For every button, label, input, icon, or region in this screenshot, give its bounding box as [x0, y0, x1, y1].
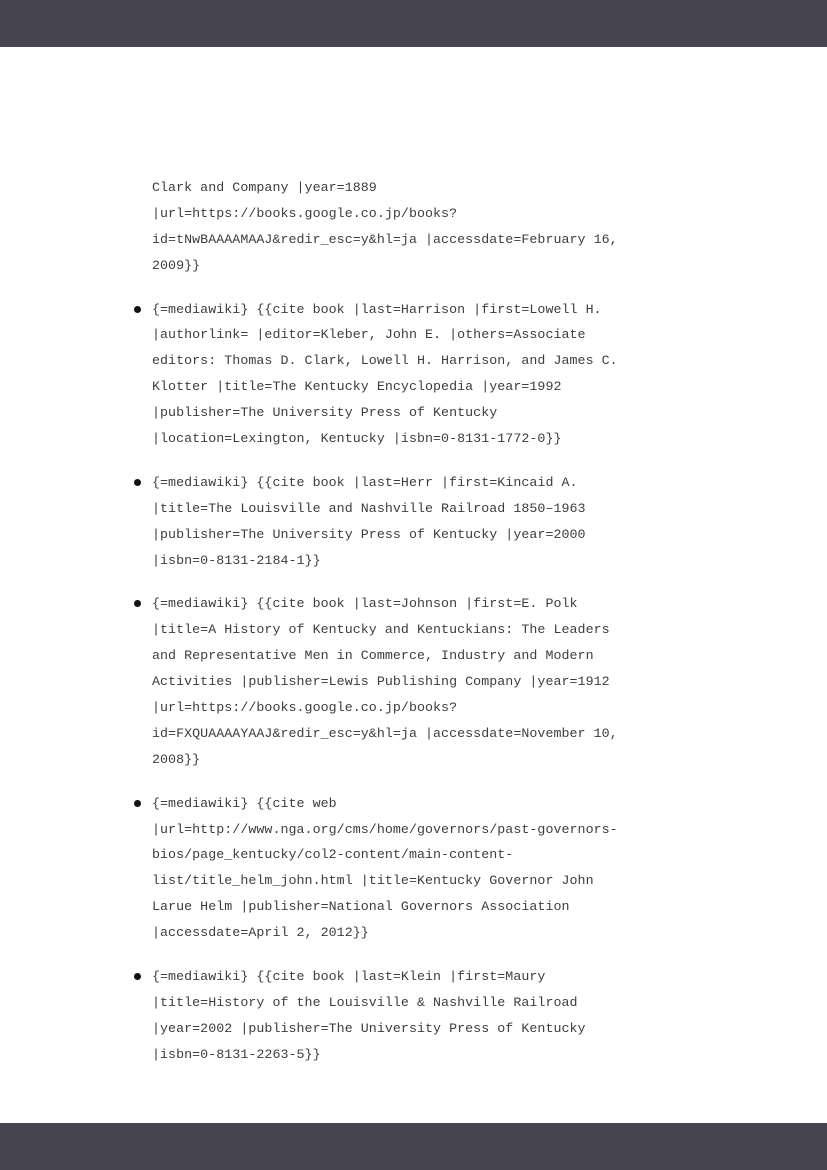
reference-item: {=mediawiki} {{cite web |url=http://www.n… — [134, 791, 712, 946]
reference-line: id=FXQUAAAAYAAJ&redir_esc=y&hl=ja |acces… — [152, 725, 618, 741]
reference-line: editors: Thomas D. Clark, Lowell H. Harr… — [152, 353, 618, 369]
reference-line: |url=http://www.nga.org/cms/home/governo… — [152, 821, 618, 837]
reference-line: {=mediawiki} {{cite web — [152, 795, 337, 811]
reference-line: |title=History of the Louisville & Nashv… — [152, 994, 578, 1010]
reference-item: {=mediawiki} {{cite book |last=Herr |fir… — [134, 470, 712, 574]
reference-line: id=tNwBAAAAMAAJ&redir_esc=y&hl=ja |acces… — [152, 231, 618, 247]
document-page: Clark and Company |year=1889 |url=https:/… — [0, 47, 827, 1123]
top-bar — [0, 0, 827, 47]
bullet-icon — [134, 305, 141, 313]
reference-line: |isbn=0-8131-2263-5}} — [152, 1046, 321, 1062]
reference-line: |authorlink= |editor=Kleber, John E. |ot… — [152, 327, 586, 343]
reference-line: and Representative Men in Commerce, Indu… — [152, 648, 594, 664]
reference-line: Clark and Company |year=1889 — [152, 180, 377, 195]
reference-line: |publisher=The University Press of Kentu… — [152, 405, 498, 421]
bullet-icon — [134, 799, 141, 807]
reference-line: |title=The Louisville and Nashville Rail… — [152, 500, 586, 516]
reference-line: 2009}} — [152, 257, 201, 273]
bullet-icon — [134, 600, 141, 608]
reference-line: |url=https://books.google.co.jp/books? — [152, 700, 458, 716]
reference-line: bios/page_kentucky/col2-content/main-con… — [152, 847, 514, 863]
bottom-bar — [0, 1123, 827, 1170]
bullet-icon — [134, 478, 141, 486]
reference-line: |title=A History of Kentucky and Kentuck… — [152, 622, 610, 638]
reference-line: {=mediawiki} {{cite book |last=Herr |fir… — [152, 474, 578, 490]
reference-line: Larue Helm |publisher=National Governors… — [152, 899, 570, 915]
reference-list: Clark and Company |year=1889 |url=https:/… — [134, 175, 712, 1086]
reference-line: {=mediawiki} {{cite book |last=Harrison … — [152, 301, 602, 317]
reference-line: |url=https://books.google.co.jp/books? — [152, 205, 458, 221]
reference-item: {=mediawiki} {{cite book |last=Johnson |… — [134, 591, 712, 772]
reference-line: {=mediawiki} {{cite book |last=Johnson |… — [152, 596, 578, 612]
bullet-icon — [134, 973, 141, 981]
reference-line: |accessdate=April 2, 2012}} — [152, 925, 369, 941]
reference-line: 2008}} — [152, 751, 201, 767]
reference-line: Klotter |title=The Kentucky Encyclopedia… — [152, 379, 562, 395]
reference-line: |isbn=0-8131-2184-1}} — [152, 552, 321, 568]
reference-line: Activities |publisher=Lewis Publishing C… — [152, 674, 610, 690]
reference-item: {=mediawiki} {{cite book |last=Harrison … — [134, 297, 712, 452]
reference-line: |location=Lexington, Kentucky |isbn=0-81… — [152, 431, 562, 447]
reference-line: list/title_helm_john.html |title=Kentuck… — [152, 873, 594, 889]
reference-item: Clark and Company |year=1889 |url=https:/… — [152, 175, 712, 279]
reference-line: |year=2002 |publisher=The University Pre… — [152, 1020, 586, 1036]
reference-line: |publisher=The University Press of Kentu… — [152, 526, 586, 542]
reference-line: {=mediawiki} {{cite book |last=Klein |fi… — [152, 969, 546, 985]
reference-item: {=mediawiki} {{cite book |last=Klein |fi… — [134, 964, 712, 1068]
